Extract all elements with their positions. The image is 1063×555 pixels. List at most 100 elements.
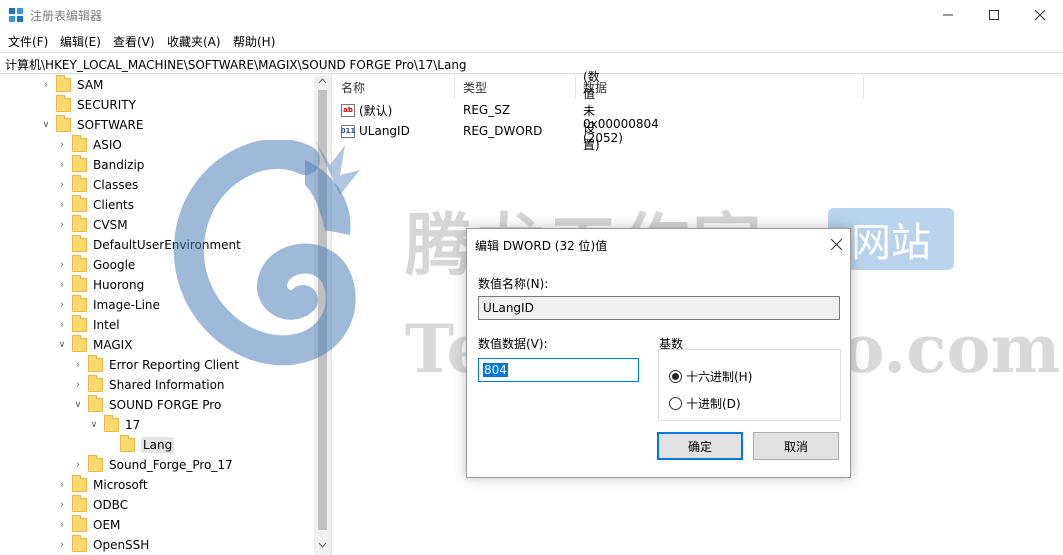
chevron-down-icon[interactable]: ∨ [56, 340, 68, 350]
edit-dword-dialog: 编辑 DWORD (32 位)值 数值名称(N): ULangID 数值数据(V… [466, 228, 851, 478]
tree-item[interactable]: ∨ SOFTWARE [40, 115, 143, 135]
tree-item-label: Intel [93, 318, 120, 332]
base-group: 十六进制(H) 十进制(D) [658, 349, 841, 421]
tree-item-label: Sound_Forge_Pro_17 [109, 458, 233, 472]
menu-help[interactable]: 帮助(H) [233, 33, 275, 50]
chevron-down-icon[interactable]: ∨ [72, 400, 84, 410]
tree-item[interactable]: › Bandizip [56, 155, 144, 175]
close-icon [1035, 10, 1045, 20]
tree-item[interactable]: › ASIO [56, 135, 122, 155]
folder-icon [56, 95, 71, 112]
dialog-close-button[interactable] [830, 234, 843, 254]
folder-icon [72, 335, 87, 352]
radio-decimal[interactable]: 十进制(D) [669, 395, 741, 412]
tree-item-label: 17 [125, 418, 141, 432]
chevron-right-icon[interactable]: › [56, 300, 68, 310]
menu-view[interactable]: 查看(V) [113, 33, 155, 50]
tree-item-label: SAM [77, 78, 104, 92]
title-bar: 注册表编辑器 [0, 0, 1063, 30]
tree-item[interactable]: › ODBC [56, 495, 128, 515]
tree-item[interactable]: Lang [104, 435, 175, 455]
tree-item-label: Classes [93, 178, 139, 192]
folder-icon [56, 115, 71, 132]
chevron-right-icon[interactable]: › [56, 520, 68, 530]
tree-item[interactable]: SECURITY [40, 95, 136, 115]
tree-item-label: Microsoft [93, 478, 148, 492]
folder-icon [72, 195, 87, 212]
address-bar[interactable]: 计算机\HKEY_LOCAL_MACHINE\SOFTWARE\MAGIX\SO… [0, 52, 1063, 74]
tree-item[interactable]: › Classes [56, 175, 138, 195]
dialog-title: 编辑 DWORD (32 位)值 [475, 239, 608, 253]
minimize-icon [943, 14, 953, 16]
value-row[interactable]: 011 ULangID REG_DWORD 0x00000804 (2052) [341, 117, 659, 145]
chevron-right-icon[interactable]: › [56, 200, 68, 210]
tree-item[interactable]: ∨ MAGIX [56, 335, 132, 355]
tree-item[interactable]: › OEM [56, 515, 120, 535]
chevron-right-icon[interactable]: › [56, 180, 68, 190]
tree-item[interactable]: › Sound_Forge_Pro_17 [72, 455, 233, 475]
radio-checked-icon [669, 370, 682, 383]
tree-item-label: Clients [93, 198, 134, 212]
chevron-right-icon[interactable]: › [56, 280, 68, 290]
menu-favorites[interactable]: 收藏夹(A) [167, 33, 221, 50]
folder-icon [72, 495, 87, 512]
close-button[interactable] [1017, 0, 1063, 30]
folder-icon [88, 395, 103, 412]
tree-item-label: Lang [141, 437, 175, 453]
minimize-button[interactable] [925, 0, 971, 30]
maximize-button[interactable] [971, 0, 1017, 30]
chevron-right-icon[interactable]: › [56, 260, 68, 270]
menu-edit[interactable]: 编辑(E) [60, 33, 101, 50]
folder-icon [72, 155, 87, 172]
tree-item[interactable]: › Clients [56, 195, 134, 215]
string-value-icon: ab [341, 103, 355, 117]
chevron-right-icon[interactable]: › [40, 80, 52, 90]
value-data-input[interactable]: 804 [478, 358, 639, 382]
chevron-right-icon[interactable]: › [72, 360, 84, 370]
chevron-down-icon[interactable]: ∨ [40, 120, 52, 130]
chevron-right-icon[interactable]: › [56, 500, 68, 510]
radio-hex-label: 十六进制(H) [686, 370, 753, 384]
chevron-right-icon[interactable]: › [56, 220, 68, 230]
chevron-right-icon[interactable]: › [56, 140, 68, 150]
dword-value-icon: 011 [341, 124, 355, 138]
tree-item-label: ASIO [93, 138, 122, 152]
folder-icon [104, 415, 119, 432]
tree-item[interactable]: › CVSM [56, 215, 128, 235]
tree-item[interactable]: ∨ 17 [88, 415, 140, 435]
tree-item[interactable]: › Image-Line [56, 295, 160, 315]
folder-icon [88, 455, 103, 472]
value-name: ULangID [359, 124, 410, 138]
column-header-name[interactable]: 名称 [341, 79, 365, 96]
value-name: (默认) [359, 103, 393, 118]
close-icon [830, 238, 843, 251]
ok-button[interactable]: 确定 [657, 432, 743, 460]
chevron-right-icon[interactable]: › [56, 480, 68, 490]
chevron-right-icon[interactable]: › [56, 540, 68, 550]
tree-item-label: Image-Line [93, 298, 160, 312]
tree-item-label: OEM [93, 518, 121, 532]
menu-file[interactable]: 文件(F) [8, 33, 48, 50]
tree-item-label: Bandizip [93, 158, 145, 172]
radio-decimal-label: 十进制(D) [686, 397, 741, 411]
value-data: 0x00000804 (2052) [583, 117, 659, 145]
chevron-right-icon[interactable]: › [56, 160, 68, 170]
folder-icon [72, 475, 87, 492]
tree-item[interactable]: › SAM [40, 75, 103, 95]
tree-item[interactable]: › Google [56, 255, 135, 275]
tree-item-label: MAGIX [93, 338, 133, 352]
column-header-type[interactable]: 类型 [463, 79, 487, 96]
tree-item[interactable]: › Microsoft [56, 475, 148, 495]
chevron-right-icon[interactable]: › [56, 320, 68, 330]
chevron-down-icon[interactable]: ∨ [88, 420, 100, 430]
value-row[interactable]: ab (默认) REG_SZ (数值未设置) [341, 70, 600, 152]
tree-item[interactable]: › Intel [56, 315, 120, 335]
tree-item[interactable]: › OpenSSH [56, 535, 149, 555]
tree-item-label: CVSM [93, 218, 128, 232]
tree-item[interactable]: › Huorong [56, 275, 144, 295]
radio-hex[interactable]: 十六进制(H) [669, 368, 752, 385]
cancel-button[interactable]: 取消 [753, 432, 839, 460]
folder-icon [88, 355, 103, 372]
chevron-right-icon[interactable]: › [72, 460, 84, 470]
chevron-right-icon[interactable]: › [72, 380, 84, 390]
